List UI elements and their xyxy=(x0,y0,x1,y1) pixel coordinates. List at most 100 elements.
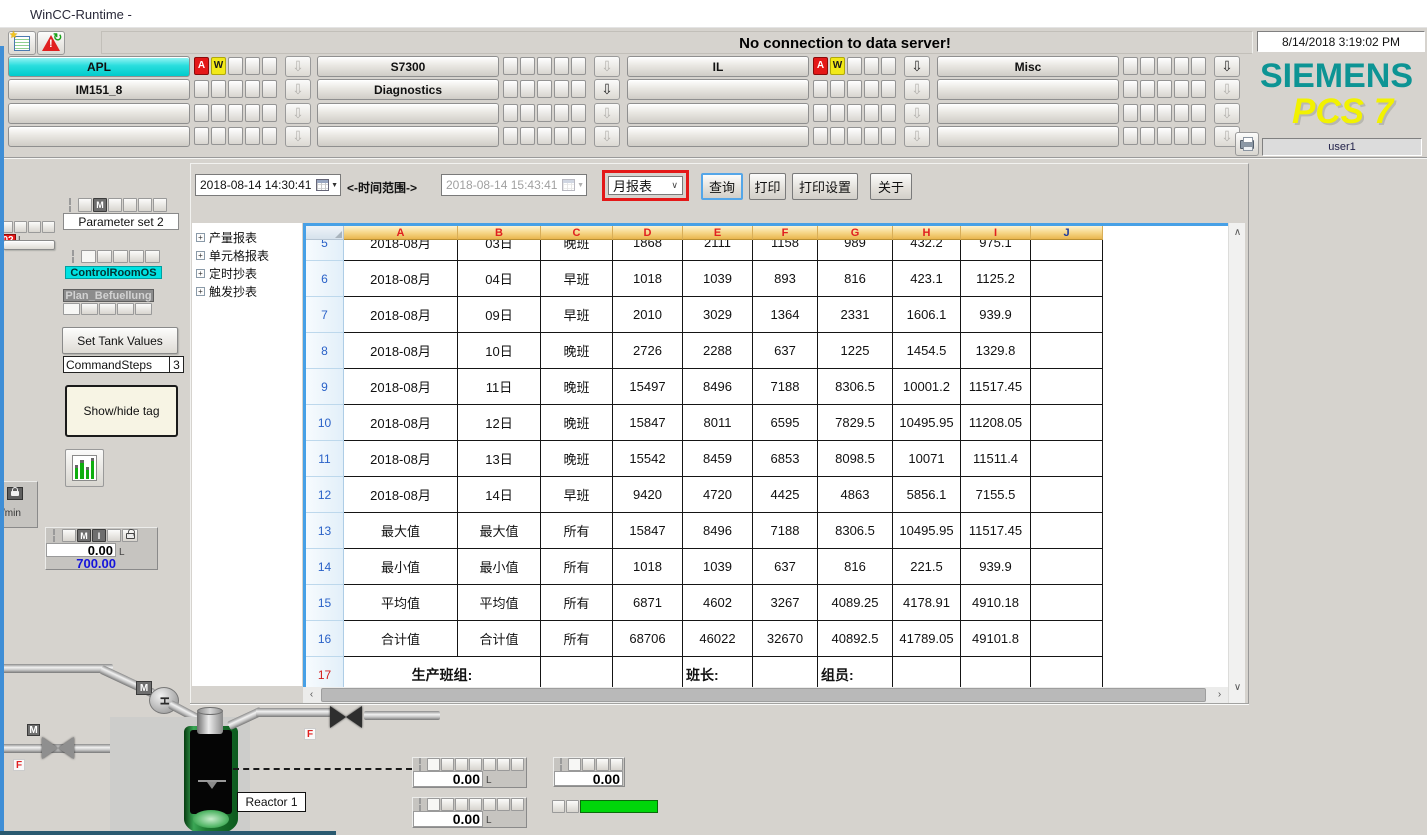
cell-H11[interactable]: 10071 xyxy=(893,441,961,477)
page-down-arrow-icon[interactable]: ⇩ xyxy=(594,79,620,100)
cell-H12[interactable]: 5856.1 xyxy=(893,477,961,513)
cell-G7[interactable]: 2331 xyxy=(818,297,893,333)
page-down-arrow-icon[interactable]: ⇩ xyxy=(285,103,311,124)
status-cell[interactable] xyxy=(503,127,518,145)
cell-D9[interactable]: 15497 xyxy=(613,369,683,405)
status-cell[interactable] xyxy=(571,57,586,75)
area-button[interactable] xyxy=(937,103,1119,124)
status-cell[interactable] xyxy=(1157,80,1172,98)
status-cell[interactable] xyxy=(1174,127,1189,145)
cell-G5[interactable]: 989 xyxy=(818,240,893,261)
cell-G10[interactable]: 7829.5 xyxy=(818,405,893,441)
status-cell[interactable] xyxy=(520,104,535,122)
cell-B7[interactable]: 09日 xyxy=(458,297,541,333)
status-cell[interactable] xyxy=(864,57,879,75)
area-button-im151_8[interactable]: IM151_8 xyxy=(8,79,190,100)
tree-expander-icon[interactable]: + xyxy=(196,251,205,260)
cell-G8[interactable]: 1225 xyxy=(818,333,893,369)
set-tank-values-button[interactable]: Set Tank Values xyxy=(62,327,178,354)
cell-A8[interactable]: 2018-08月 xyxy=(344,333,458,369)
status-cell[interactable] xyxy=(554,57,569,75)
cell-J14[interactable] xyxy=(1031,549,1103,585)
about-button[interactable]: 关于 xyxy=(870,173,912,200)
cell-E6[interactable]: 1039 xyxy=(683,261,753,297)
alarm-badge[interactable]: A xyxy=(194,57,209,75)
scroll-up-arrow[interactable]: ∧ xyxy=(1230,226,1245,240)
status-cell[interactable] xyxy=(813,80,828,98)
page-down-arrow-icon[interactable]: ⇩ xyxy=(904,126,930,147)
area-button[interactable] xyxy=(627,126,809,147)
row-header[interactable]: 14 xyxy=(306,549,344,585)
cell-E9[interactable]: 8496 xyxy=(683,369,753,405)
cell-G12[interactable]: 4863 xyxy=(818,477,893,513)
warning-badge[interactable]: W xyxy=(211,57,226,75)
cell-E12[interactable]: 4720 xyxy=(683,477,753,513)
status-cell[interactable] xyxy=(262,80,277,98)
status-cell[interactable] xyxy=(262,104,277,122)
cell-C16[interactable]: 所有 xyxy=(541,621,613,657)
status-cell[interactable] xyxy=(1174,104,1189,122)
page-down-arrow-icon[interactable]: ⇩ xyxy=(904,56,930,77)
cell-C13[interactable]: 所有 xyxy=(541,513,613,549)
page-down-arrow-icon[interactable]: ⇩ xyxy=(285,56,311,77)
cell-C10[interactable]: 晚班 xyxy=(541,405,613,441)
status-cell[interactable] xyxy=(537,104,552,122)
cell-F11[interactable]: 6853 xyxy=(753,441,818,477)
volume-value-2[interactable]: 0.00 xyxy=(554,771,623,786)
cell-F10[interactable]: 6595 xyxy=(753,405,818,441)
print-button[interactable]: 打印 xyxy=(749,173,786,200)
cell-D16[interactable]: 68706 xyxy=(613,621,683,657)
area-button-misc[interactable]: Misc xyxy=(937,56,1119,77)
column-header-F[interactable]: F xyxy=(753,226,818,240)
status-cell[interactable] xyxy=(211,80,226,98)
status-cell[interactable] xyxy=(864,80,879,98)
page-down-arrow-icon[interactable]: ⇩ xyxy=(1214,103,1240,124)
status-cell[interactable] xyxy=(1123,57,1138,75)
area-button[interactable] xyxy=(8,126,190,147)
status-cell[interactable] xyxy=(571,127,586,145)
status-cell[interactable] xyxy=(881,104,896,122)
cell-I9[interactable]: 11517.45 xyxy=(961,369,1031,405)
control-room-os-label[interactable]: ControlRoomOS xyxy=(65,266,162,279)
cell-D5[interactable]: 1868 xyxy=(613,240,683,261)
cell-H13[interactable]: 10495.95 xyxy=(893,513,961,549)
cell-I11[interactable]: 11511.4 xyxy=(961,441,1031,477)
cell-D14[interactable]: 1018 xyxy=(613,549,683,585)
page-down-arrow-icon[interactable]: ⇩ xyxy=(594,56,620,77)
area-button[interactable] xyxy=(317,103,499,124)
cell-B11[interactable]: 13日 xyxy=(458,441,541,477)
cell-J16[interactable] xyxy=(1031,621,1103,657)
cell-G16[interactable]: 40892.5 xyxy=(818,621,893,657)
column-header-C[interactable]: C xyxy=(541,226,613,240)
status-cell[interactable] xyxy=(830,127,845,145)
cell-H7[interactable]: 1606.1 xyxy=(893,297,961,333)
status-cell[interactable] xyxy=(881,127,896,145)
status-cell[interactable] xyxy=(1157,104,1172,122)
status-cell[interactable] xyxy=(1191,80,1206,98)
motor-mode-badge[interactable]: M xyxy=(27,724,40,736)
status-cell[interactable] xyxy=(245,104,260,122)
tree-expander-icon[interactable]: + xyxy=(196,287,205,296)
cell-E5[interactable]: 2111 xyxy=(683,240,753,261)
cell-B15[interactable]: 平均值 xyxy=(458,585,541,621)
cell-C5[interactable]: 晚班 xyxy=(541,240,613,261)
status-cell[interactable] xyxy=(1140,127,1155,145)
footer-cell[interactable] xyxy=(541,657,613,687)
warning-badge[interactable]: W xyxy=(830,57,845,75)
row-header[interactable]: 16 xyxy=(306,621,344,657)
cell-F7[interactable]: 1364 xyxy=(753,297,818,333)
status-cell[interactable] xyxy=(211,104,226,122)
cell-H10[interactable]: 10495.95 xyxy=(893,405,961,441)
volume-value-3[interactable]: 0.00 xyxy=(413,811,483,827)
cell-I7[interactable]: 939.9 xyxy=(961,297,1031,333)
area-button-diagnostics[interactable]: Diagnostics xyxy=(317,79,499,100)
cell-J12[interactable] xyxy=(1031,477,1103,513)
column-header-D[interactable]: D xyxy=(613,226,683,240)
status-cell[interactable] xyxy=(503,57,518,75)
cell-F13[interactable]: 7188 xyxy=(753,513,818,549)
query-button[interactable]: 查询 xyxy=(701,173,743,200)
status-cell[interactable] xyxy=(864,127,879,145)
cell-J5[interactable] xyxy=(1031,240,1103,261)
cell-E13[interactable]: 8496 xyxy=(683,513,753,549)
cell-G13[interactable]: 8306.5 xyxy=(818,513,893,549)
